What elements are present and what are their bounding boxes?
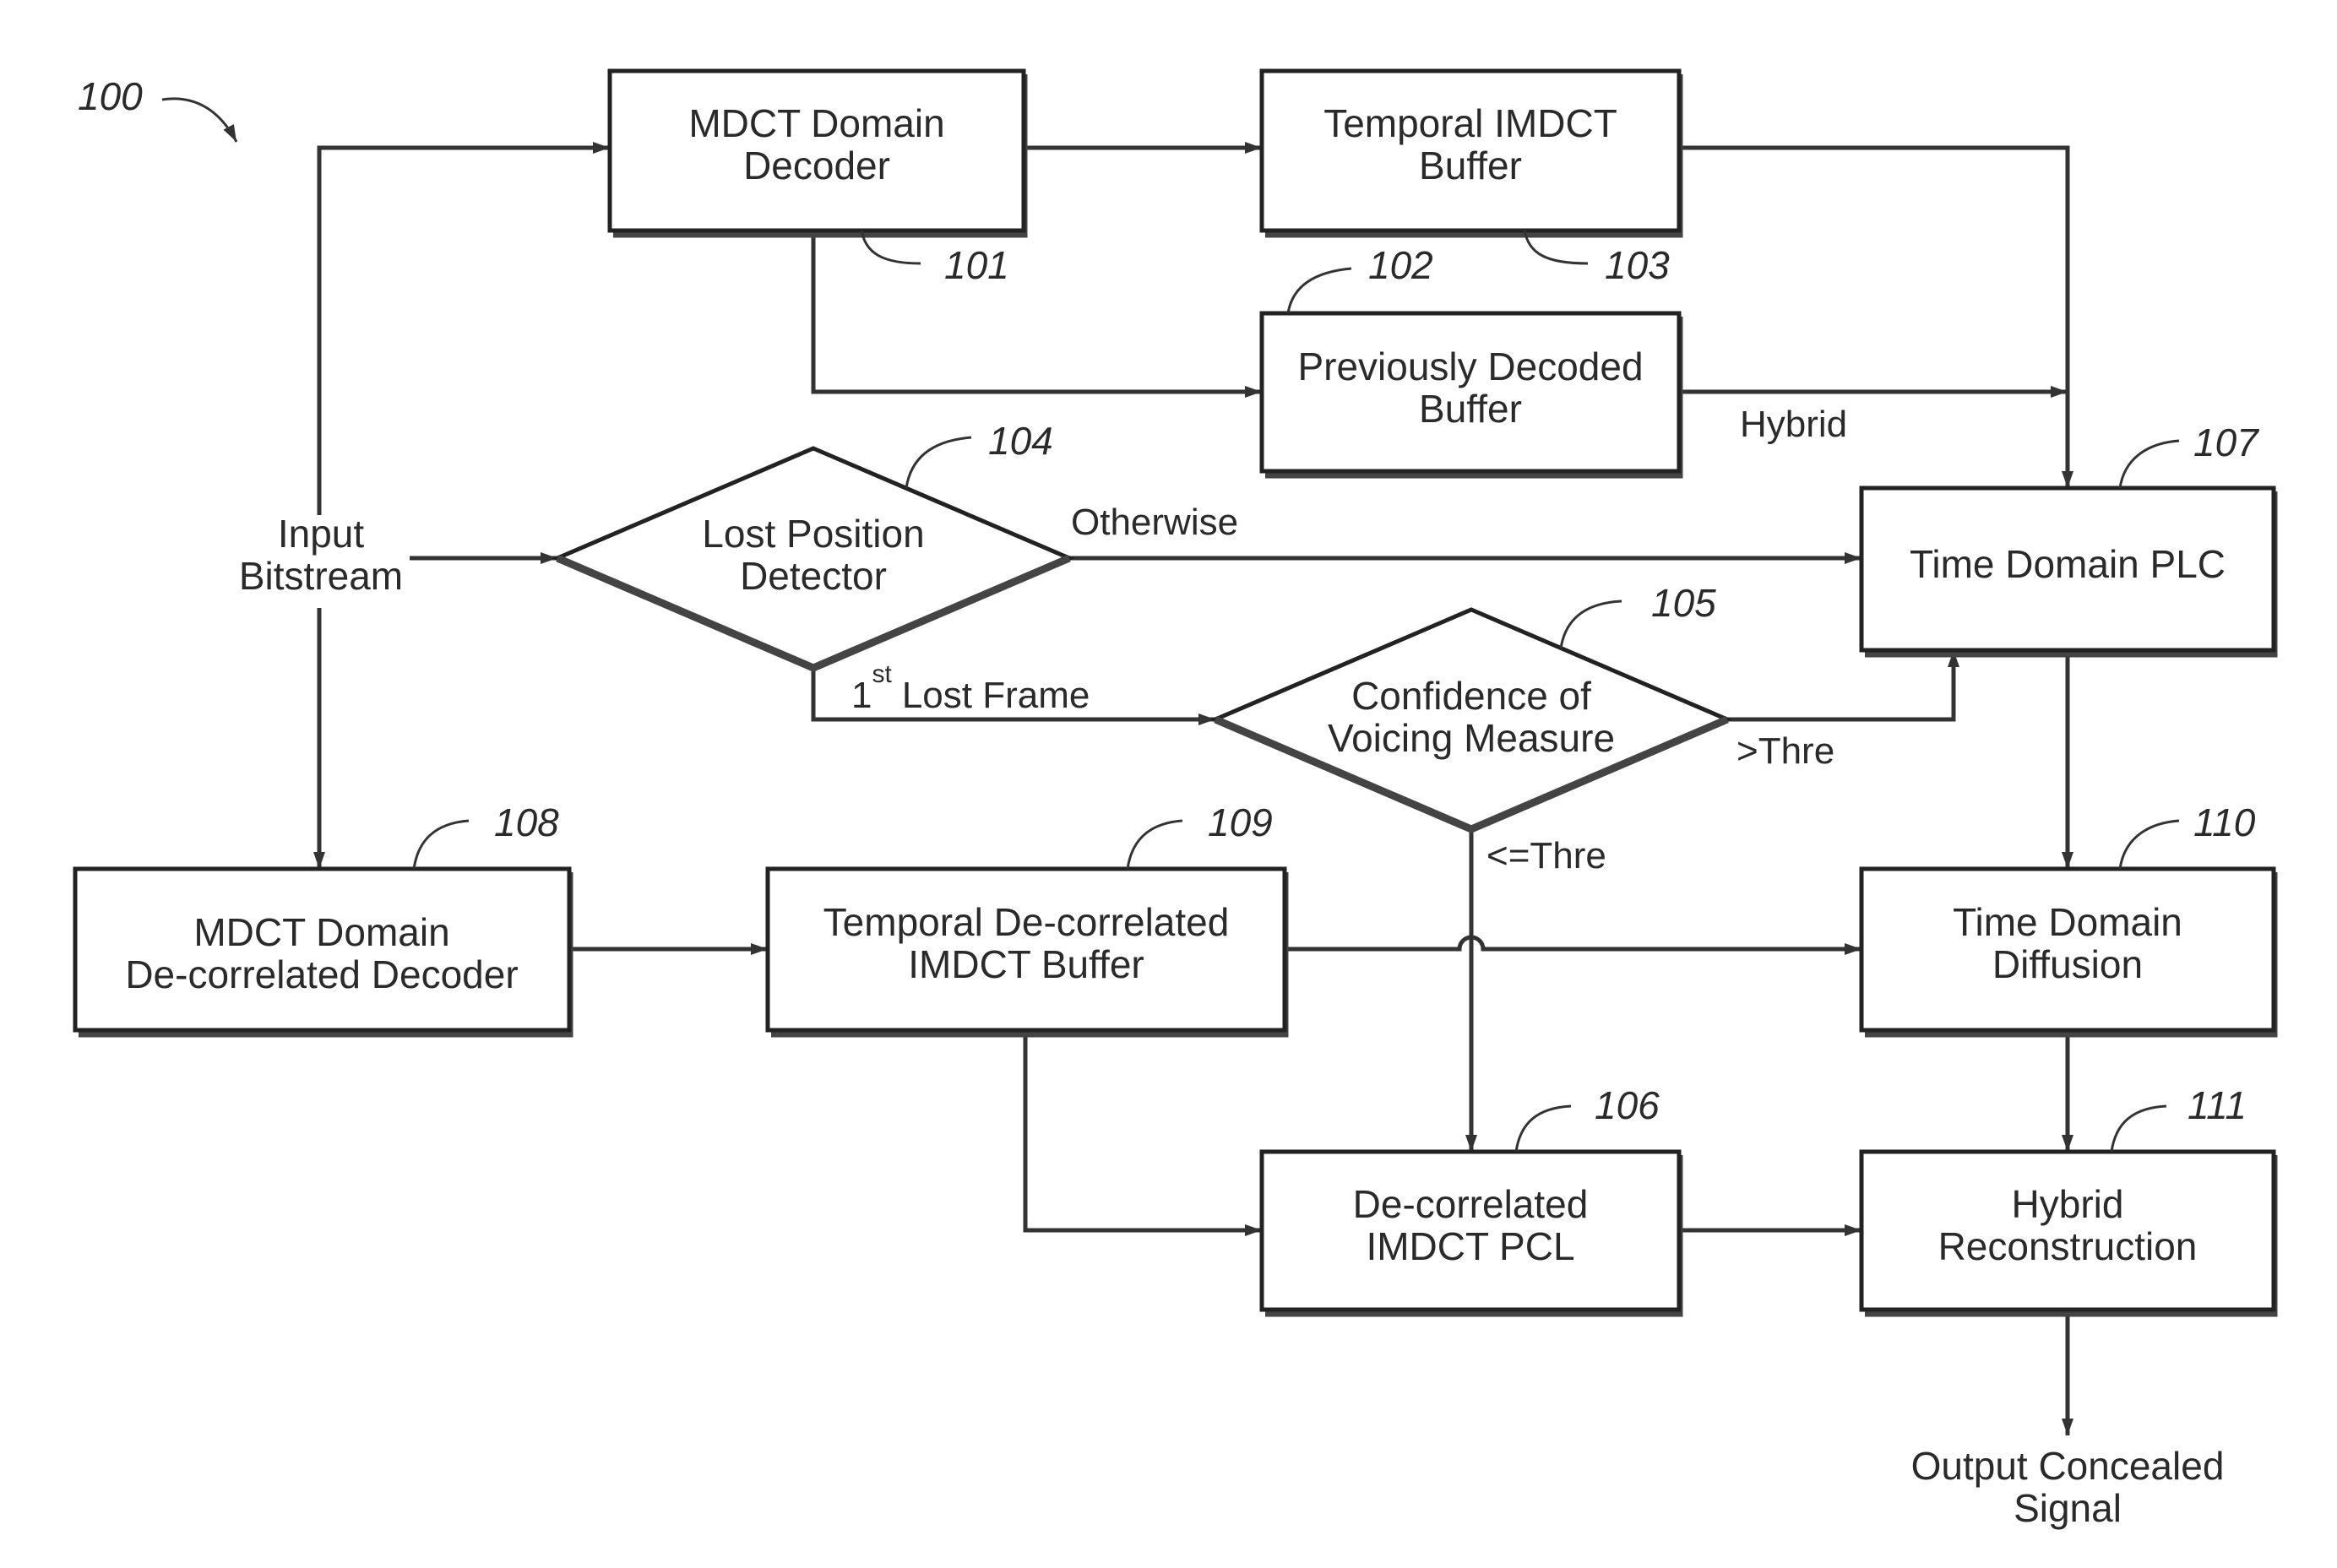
node-label-line: MDCT Domain [193, 910, 449, 954]
diagram-svg: 100 MDCT Domain Decoder Temporal IMDCT B… [73, 68, 2278, 1530]
node-label-line: Decoder [743, 144, 890, 187]
node-mdct-decoder: MDCT Domain Decoder [607, 68, 1028, 238]
output-label-line: Signal [2014, 1486, 2122, 1530]
first-lost-num: 1 [851, 675, 872, 716]
svg-text:104: 104 [988, 419, 1053, 463]
edge-temporal-buffer-to-plc [1679, 145, 2073, 488]
ref-106: 106 [1514, 1083, 1660, 1153]
node-decorrelated-imdct-pcl: De-correlated IMDCT PCL [1259, 1149, 1683, 1317]
node-label-line: MDCT Domain [688, 101, 944, 145]
node-confidence-voicing: Confidence of Voicing Measure [1209, 607, 1733, 833]
ref-111: 111 [2110, 1083, 2247, 1153]
figure-ref-arrow [161, 97, 238, 143]
node-label-line: Voicing Measure [1328, 716, 1615, 760]
ref-110: 110 [2118, 800, 2256, 870]
node-label-line: De-correlated [1353, 1182, 1589, 1226]
edge-decoder-to-prev-buffer [811, 231, 1262, 398]
first-lost-rest: Lost Frame [902, 675, 1090, 716]
ref-103: 103 [1523, 230, 1670, 287]
node-lost-position-detector: Lost Position Detector [552, 446, 1075, 672]
node-label-line: Temporal IMDCT [1323, 101, 1617, 145]
svg-text:103: 103 [1605, 243, 1670, 287]
flow-diagram: 100 MDCT Domain Decoder Temporal IMDCT B… [0, 0, 2337, 1568]
edge-label-hybrid: Hybrid [1740, 404, 1847, 445]
node-label-line: Confidence of [1351, 674, 1591, 718]
edge-label-le-thre: <=Thre [1486, 835, 1606, 876]
edge-decorrelated-buffer-to-pcl [1023, 1030, 1262, 1236]
svg-text:102: 102 [1368, 243, 1433, 287]
ref-104: 104 [905, 419, 1053, 489]
input-label-line: Input [278, 512, 365, 556]
node-label-line: Reconstruction [1938, 1224, 2198, 1268]
first-lost-sup: st [872, 660, 892, 688]
ref-108: 108 [412, 800, 559, 870]
node-label-line: Buffer [1419, 144, 1522, 187]
node-label-line: IMDCT Buffer [908, 942, 1144, 986]
output-label: Output Concealed Signal [1911, 1444, 2225, 1530]
svg-text:111: 111 [2188, 1083, 2247, 1127]
node-label-line: Time Domain PLC [1910, 542, 2226, 586]
node-label-line: Lost Position [702, 512, 924, 556]
input-label-line: Bitstream [239, 554, 403, 598]
edge-label-first-lost-frame: 1st Lost Frame [851, 660, 1090, 716]
edge-input-to-mdct-decoder [317, 142, 610, 515]
node-label-line: De-correlated Decoder [125, 952, 518, 996]
node-label-line: Diffusion [1992, 942, 2143, 986]
node-prev-decoded-buffer: Previously Decoded Buffer [1259, 311, 1683, 479]
edge-decorrelated-buffer-to-diffusion [1285, 935, 1861, 955]
node-label-line: IMDCT PCL [1366, 1224, 1574, 1268]
node-time-domain-diffusion: Time Domain Diffusion [1859, 866, 2278, 1038]
node-label-line: Detector [740, 554, 887, 598]
svg-text:105: 105 [1651, 581, 1716, 625]
edge-label-otherwise: Otherwise [1071, 502, 1238, 543]
node-mdct-decorrelated-decoder: MDCT Domain De-correlated Decoder [73, 866, 573, 1038]
node-hybrid-reconstruction: Hybrid Reconstruction [1859, 1149, 2278, 1317]
node-label-line: Buffer [1419, 387, 1522, 431]
node-label-line: Time Domain [1953, 900, 2182, 944]
ref-101: 101 [860, 230, 1009, 287]
ref-107: 107 [2118, 420, 2259, 489]
edge-label-gt-thre: >Thre [1736, 730, 1834, 772]
svg-text:101: 101 [944, 243, 1009, 287]
node-time-domain-plc: Time Domain PLC [1859, 486, 2278, 658]
svg-text:108: 108 [494, 800, 559, 844]
input-label: Input Bitstream [239, 512, 403, 598]
node-label-line: Previously Decoded [1297, 345, 1643, 388]
node-temporal-imdct-buffer: Temporal IMDCT Buffer [1259, 68, 1683, 238]
svg-text:106: 106 [1595, 1083, 1660, 1127]
node-label-line: Temporal De-correlated [823, 900, 1230, 944]
ref-105: 105 [1559, 581, 1716, 649]
figure-ref-label: 100 [78, 74, 143, 118]
node-label-line: Hybrid [2012, 1182, 2124, 1226]
ref-109: 109 [1126, 800, 1273, 870]
node-temporal-decorrelated-buffer: Temporal De-correlated IMDCT Buffer [765, 866, 1289, 1038]
svg-text:107: 107 [2193, 420, 2259, 464]
ref-102: 102 [1286, 243, 1433, 314]
output-label-line: Output Concealed [1911, 1444, 2225, 1488]
svg-text:110: 110 [2193, 800, 2256, 844]
svg-text:109: 109 [1208, 800, 1273, 844]
edge-gt-thre-to-plc [1727, 650, 1959, 722]
